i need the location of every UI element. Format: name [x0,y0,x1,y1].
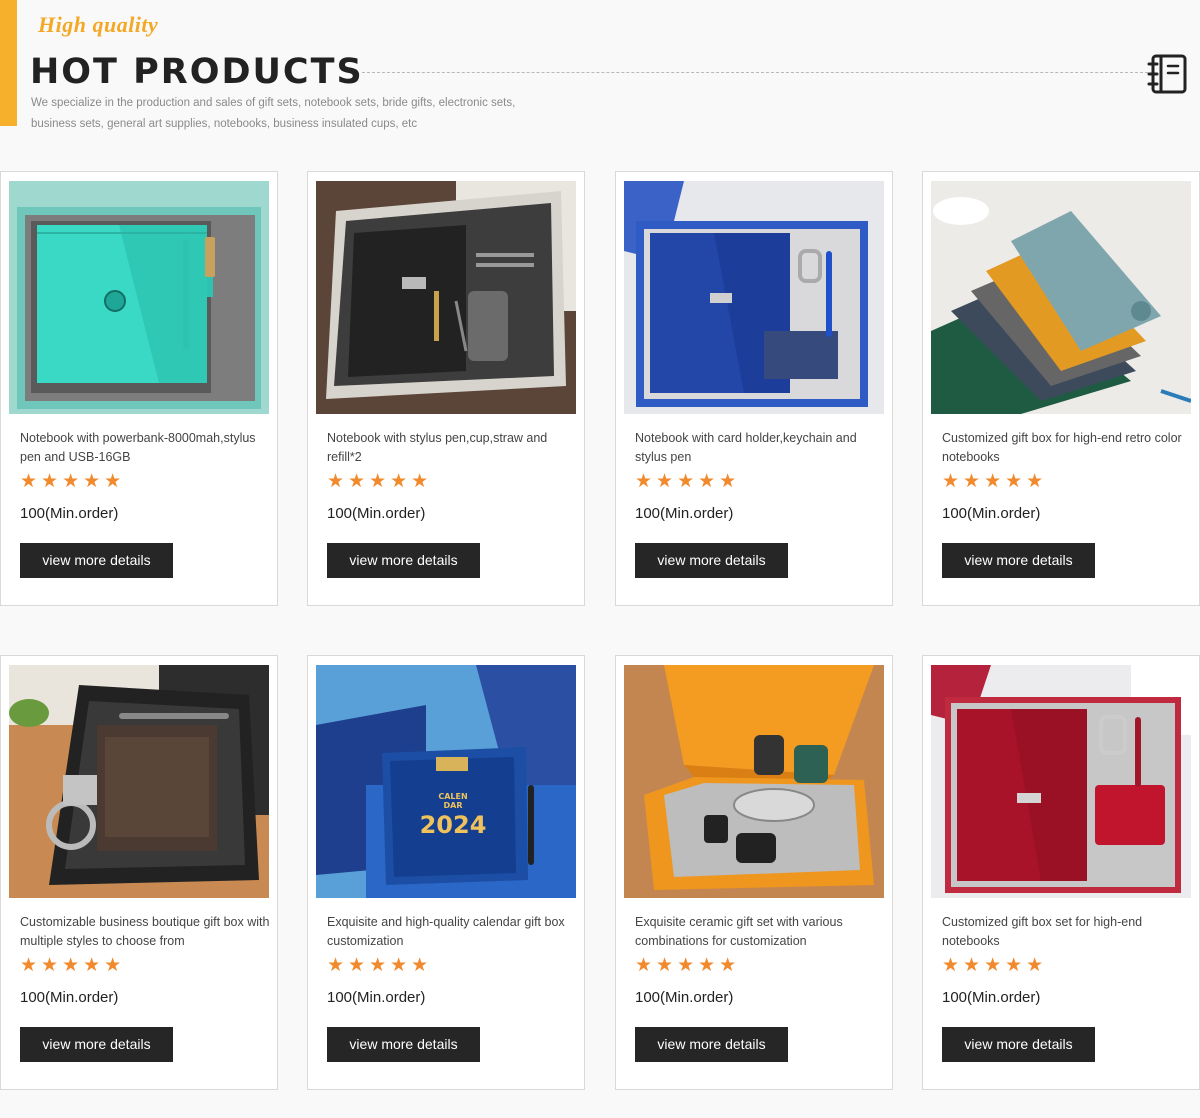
product-card[interactable]: Notebook with powerbank-8000mah,stylus p… [0,171,278,606]
product-title[interactable]: Customized gift box set for high-end not… [942,913,1192,951]
min-order-text: 100(Min.order) [942,989,1041,1006]
product-image[interactable] [931,181,1191,414]
rating-stars-icon: ★★★★★ [635,955,741,976]
view-details-button[interactable]: view more details [327,1027,480,1062]
calendar-label-line2: DAR [444,801,463,810]
view-details-button[interactable]: view more details [942,1027,1095,1062]
product-title[interactable]: Exquisite ceramic gift set with various … [635,913,885,951]
product-image[interactable]: CALEN DAR 2024 [316,665,576,898]
min-order-text: 100(Min.order) [327,505,426,522]
product-title[interactable]: Exquisite and high-quality calendar gift… [327,913,577,951]
calendar-label-line1: CALEN [438,792,467,801]
calendar-year: 2024 [420,811,487,839]
view-details-button[interactable]: view more details [20,543,173,578]
rating-stars-icon: ★★★★★ [942,955,1048,976]
rating-stars-icon: ★★★★★ [942,471,1048,492]
rating-stars-icon: ★★★★★ [635,471,741,492]
product-card[interactable]: CALEN DAR 2024 Exquisite and high-qualit… [307,655,585,1090]
min-order-text: 100(Min.order) [20,505,119,522]
product-card[interactable]: Customizable business boutique gift box … [0,655,278,1090]
section-description: We specialize in the production and sale… [31,97,516,130]
min-order-text: 100(Min.order) [942,505,1041,522]
view-details-button[interactable]: view more details [20,1027,173,1062]
product-image[interactable] [624,665,884,898]
rating-stars-icon: ★★★★★ [20,955,126,976]
product-image[interactable] [9,665,269,898]
product-title[interactable]: Customized gift box for high-end retro c… [942,429,1192,467]
rating-stars-icon: ★★★★★ [327,955,433,976]
view-details-button[interactable]: view more details [635,1027,788,1062]
product-image[interactable] [624,181,884,414]
product-card[interactable]: Exquisite ceramic gift set with various … [615,655,893,1090]
product-title[interactable]: Notebook with stylus pen,cup,straw and r… [327,429,577,467]
product-image[interactable] [316,181,576,414]
min-order-text: 100(Min.order) [20,989,119,1006]
min-order-text: 100(Min.order) [635,505,734,522]
view-details-button[interactable]: view more details [635,543,788,578]
product-card[interactable]: Customized gift box for high-end retro c… [922,171,1200,606]
product-image[interactable] [931,665,1191,898]
notebook-icon [1146,52,1190,96]
min-order-text: 100(Min.order) [327,989,426,1006]
accent-bar [0,0,17,126]
view-details-button[interactable]: view more details [942,543,1095,578]
rating-stars-icon: ★★★★★ [327,471,433,492]
title-divider [362,72,1148,73]
product-title[interactable]: Customizable business boutique gift box … [20,913,270,951]
product-card[interactable]: Customized gift box set for high-end not… [922,655,1200,1090]
product-card[interactable]: Notebook with card holder,keychain and s… [615,171,893,606]
product-image[interactable] [9,181,269,414]
rating-stars-icon: ★★★★★ [20,471,126,492]
product-title[interactable]: Notebook with powerbank-8000mah,stylus p… [20,429,270,467]
view-details-button[interactable]: view more details [327,543,480,578]
product-title[interactable]: Notebook with card holder,keychain and s… [635,429,885,467]
product-card[interactable]: Notebook with stylus pen,cup,straw and r… [307,171,585,606]
section-tagline: High quality [38,12,159,37]
min-order-text: 100(Min.order) [635,989,734,1006]
section-title: HOT PRODUCTS [30,52,364,92]
